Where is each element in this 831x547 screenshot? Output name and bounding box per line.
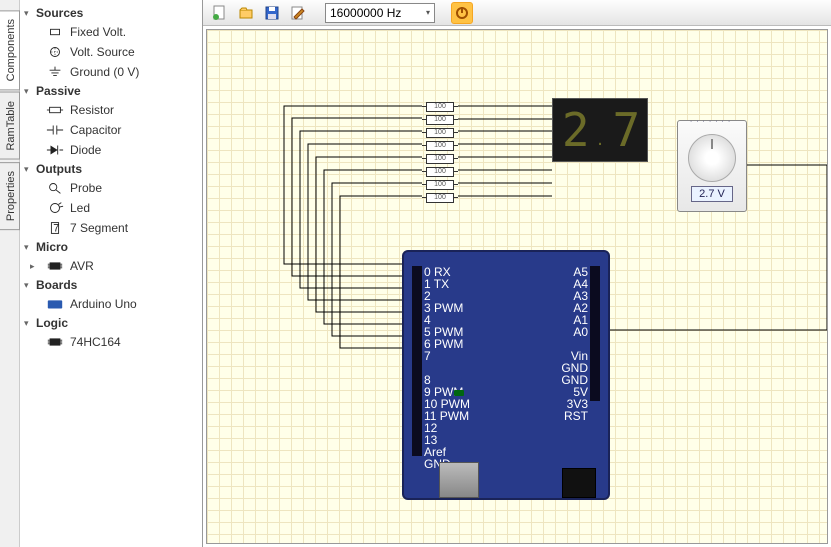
pot-knob[interactable] <box>688 134 736 182</box>
tab-ramtable[interactable]: RamTable <box>0 92 20 160</box>
item-avr[interactable]: ▸AVR <box>20 256 202 276</box>
item-resistor[interactable]: Resistor <box>20 100 202 120</box>
svg-text:7: 7 <box>53 223 59 235</box>
header-right <box>590 266 600 401</box>
led-icon <box>44 200 66 216</box>
side-tab-strip: Components RamTable Properties <box>0 0 20 547</box>
potentiometer[interactable]: ˈˈˈˈˈˈˈ 2.7 V <box>677 120 747 212</box>
header-left <box>412 266 422 456</box>
pot-ticks: ˈˈˈˈˈˈˈ <box>678 121 746 128</box>
resistor-array[interactable]: 100 100 100 100 100 100 100 100 <box>422 100 458 204</box>
chip-icon <box>44 334 66 350</box>
probe-icon <box>44 180 66 196</box>
item-diode[interactable]: Diode <box>20 140 202 160</box>
item-capacitor[interactable]: Capacitor <box>20 120 202 140</box>
power-jack <box>562 468 596 498</box>
item-7segment[interactable]: 77 Segment <box>20 218 202 238</box>
chip-icon <box>44 258 66 274</box>
cat-logic[interactable]: ▾Logic <box>20 314 202 332</box>
seven-segment-display[interactable]: 2 . 7 <box>552 98 648 162</box>
volt-source-icon <box>44 44 66 60</box>
cat-outputs[interactable]: ▾Outputs <box>20 160 202 178</box>
chevron-down-icon: ▾ <box>426 8 430 17</box>
frequency-select[interactable]: 16000000 Hz▾ <box>325 3 435 23</box>
cat-passive[interactable]: ▾Passive <box>20 82 202 100</box>
open-button[interactable] <box>235 2 257 24</box>
fixed-volt-icon <box>44 24 66 40</box>
item-volt-source[interactable]: Volt. Source <box>20 42 202 62</box>
pins-right: A5A4A3A2A1A0VinGNDGND5V3V3RST <box>561 266 588 422</box>
tab-properties[interactable]: Properties <box>0 162 20 230</box>
arduino-uno-board[interactable]: 0 RX1 TX23 PWM45 PWM6 PWM789 PWM10 PWM11… <box>402 250 610 500</box>
decimal-point: . <box>597 128 603 151</box>
arduino-icon <box>44 296 66 312</box>
item-fixed-volt[interactable]: Fixed Volt. <box>20 22 202 42</box>
pins-left: 0 RX1 TX23 PWM45 PWM6 PWM789 PWM10 PWM11… <box>424 266 470 470</box>
cat-boards[interactable]: ▾Boards <box>20 276 202 294</box>
onboard-led-icon <box>454 390 464 396</box>
item-arduino-uno[interactable]: Arduino Uno <box>20 294 202 314</box>
seven-seg-icon: 7 <box>44 220 66 236</box>
toolbar: 16000000 Hz▾ <box>203 0 831 26</box>
item-ground[interactable]: Ground (0 V) <box>20 62 202 82</box>
schematic-canvas[interactable]: 100 100 100 100 100 100 100 100 2 . 7 ˈˈ… <box>206 29 828 544</box>
cat-micro[interactable]: ▾Micro <box>20 238 202 256</box>
digit-0: 2 <box>562 103 588 157</box>
diode-icon <box>44 142 66 158</box>
capacitor-icon <box>44 122 66 138</box>
pot-reading: 2.7 V <box>691 186 733 202</box>
item-probe[interactable]: Probe <box>20 178 202 198</box>
save-button[interactable] <box>261 2 283 24</box>
power-button[interactable] <box>451 2 473 24</box>
ground-icon <box>44 64 66 80</box>
item-led[interactable]: Led <box>20 198 202 218</box>
usb-port <box>439 462 479 498</box>
component-tree: ▾Sources Fixed Volt. Volt. Source Ground… <box>20 0 203 547</box>
digit-1: 7 <box>612 103 638 157</box>
edit-button[interactable] <box>287 2 309 24</box>
resistor-icon <box>44 102 66 118</box>
new-button[interactable] <box>209 2 231 24</box>
item-74hc164[interactable]: 74HC164 <box>20 332 202 352</box>
cat-sources[interactable]: ▾Sources <box>20 4 202 22</box>
tab-components[interactable]: Components <box>0 10 20 90</box>
